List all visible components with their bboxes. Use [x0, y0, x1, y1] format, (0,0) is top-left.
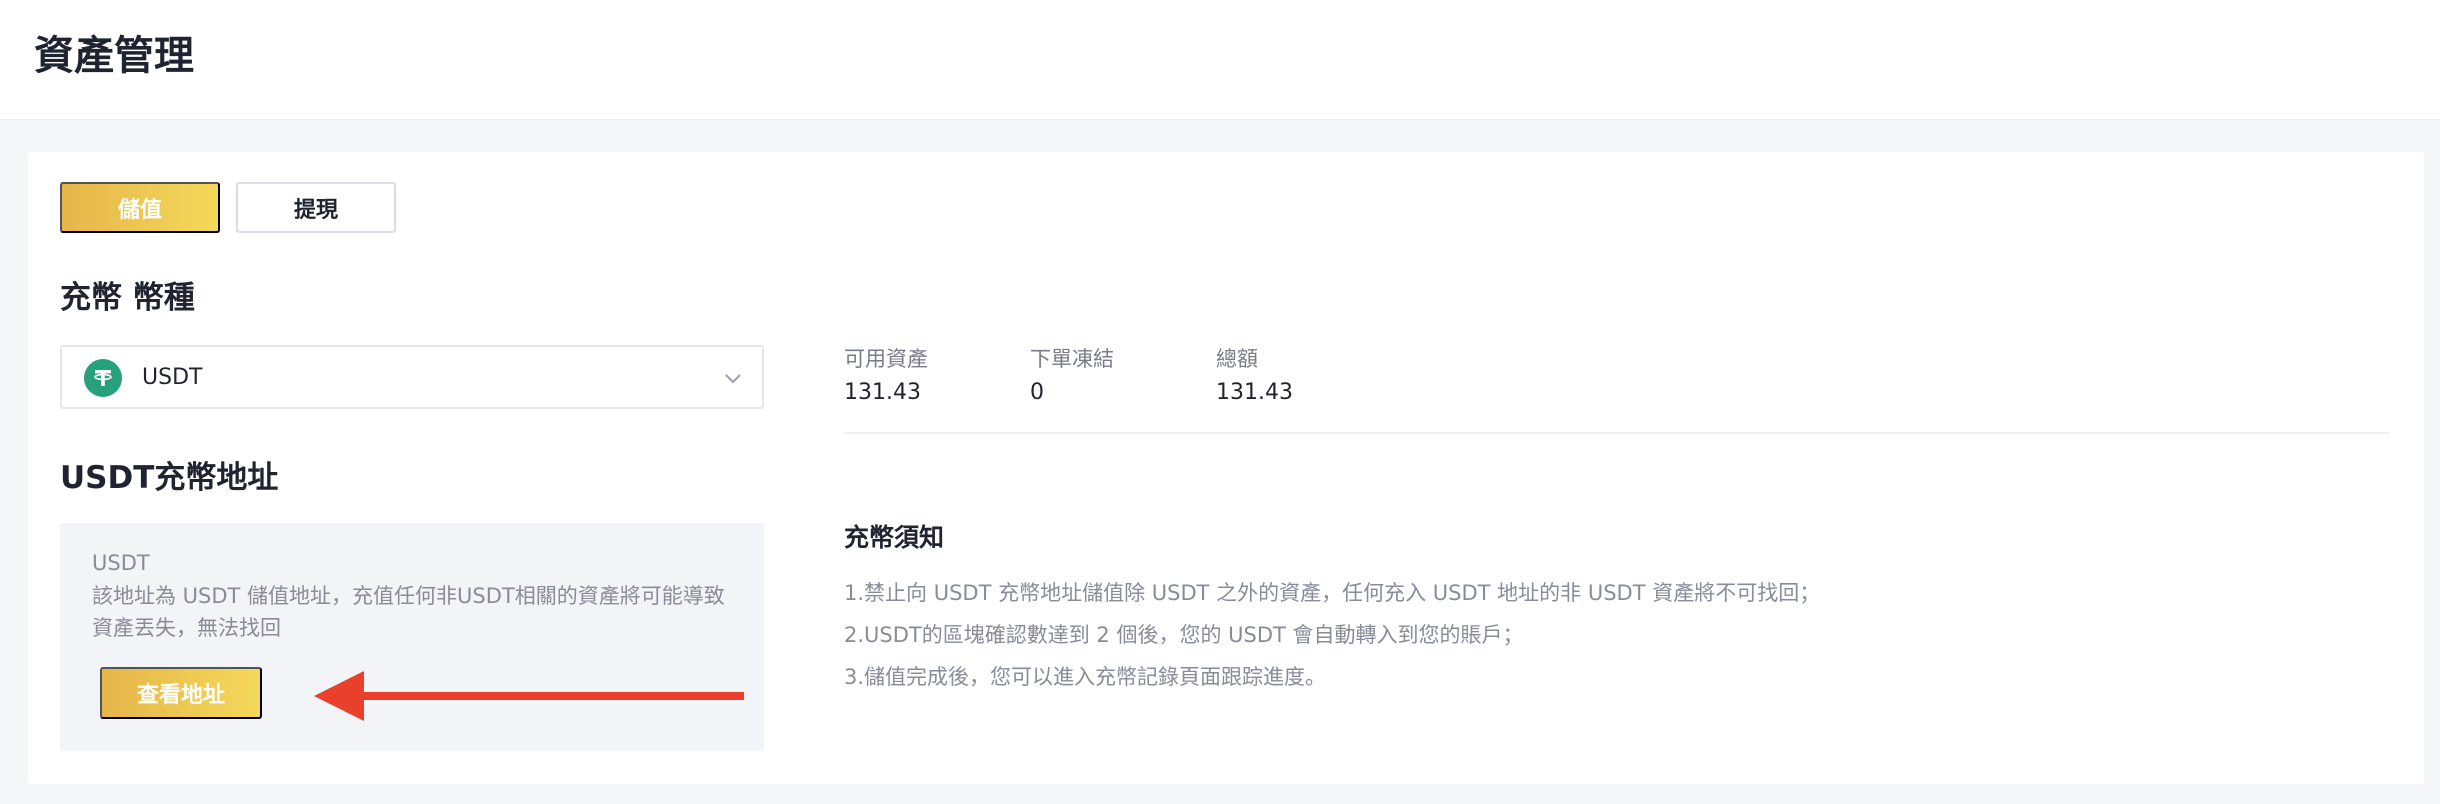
notice-item: 2.USDT的區塊確認數達到 2 個後，您的 USDT 會自動轉入到您的賬戶； — [844, 623, 1524, 647]
coin-select[interactable]: USDT — [60, 345, 764, 409]
tab-withdraw[interactable]: 提現 — [236, 182, 396, 233]
top-bar: 資產管理 — [0, 0, 2440, 120]
address-description: 該地址為 USDT 儲值地址，充值任何非USDT相關的資產將可能導致資產丟失，無… — [92, 584, 725, 640]
stat-value: 131.43 — [844, 380, 921, 405]
stat-frozen: 下單凍結 0 — [1030, 344, 1114, 410]
notice-item: 3.儲值完成後，您可以進入充幣記錄頁面跟踪進度。 — [844, 665, 1327, 689]
selected-coin-label: USDT — [142, 365, 203, 390]
arrow-left-icon — [314, 671, 744, 721]
notice-list: 1.禁止向 USDT 充幣地址儲值除 USDT 之外的資產，任何充入 USDT … — [844, 572, 2384, 698]
stat-value: 0 — [1030, 380, 1044, 405]
tether-icon — [84, 359, 122, 397]
divider — [844, 432, 2390, 434]
tab-deposit[interactable]: 儲值 — [60, 182, 220, 233]
view-address-button[interactable]: 查看地址 — [100, 667, 262, 719]
stat-label: 可用資產 — [844, 347, 928, 371]
chevron-down-icon — [722, 367, 744, 389]
stat-value: 131.43 — [1216, 380, 1293, 405]
stat-total: 總額 131.43 — [1216, 344, 1293, 410]
stat-label: 總額 — [1216, 347, 1258, 371]
stat-label: 下單凍結 — [1030, 347, 1114, 371]
address-box: USDT 該地址為 USDT 儲值地址，充值任何非USDT相關的資產將可能導致資… — [60, 523, 764, 751]
address-coin-label: USDT — [92, 551, 150, 575]
page-title: 資產管理 — [34, 33, 194, 79]
coin-section-title: 充幣 幣種 — [60, 280, 195, 316]
notice-item: 1.禁止向 USDT 充幣地址儲值除 USDT 之外的資產，任何充入 USDT … — [844, 581, 1821, 605]
asset-card: 儲值 提現 充幣 幣種 USDT 可用資產 131.43 下單凍結 0 總額 1… — [28, 152, 2424, 784]
stat-available: 可用資產 131.43 — [844, 344, 928, 410]
address-section-title: USDT充幣地址 — [60, 460, 279, 496]
notice-title: 充幣須知 — [844, 523, 945, 552]
